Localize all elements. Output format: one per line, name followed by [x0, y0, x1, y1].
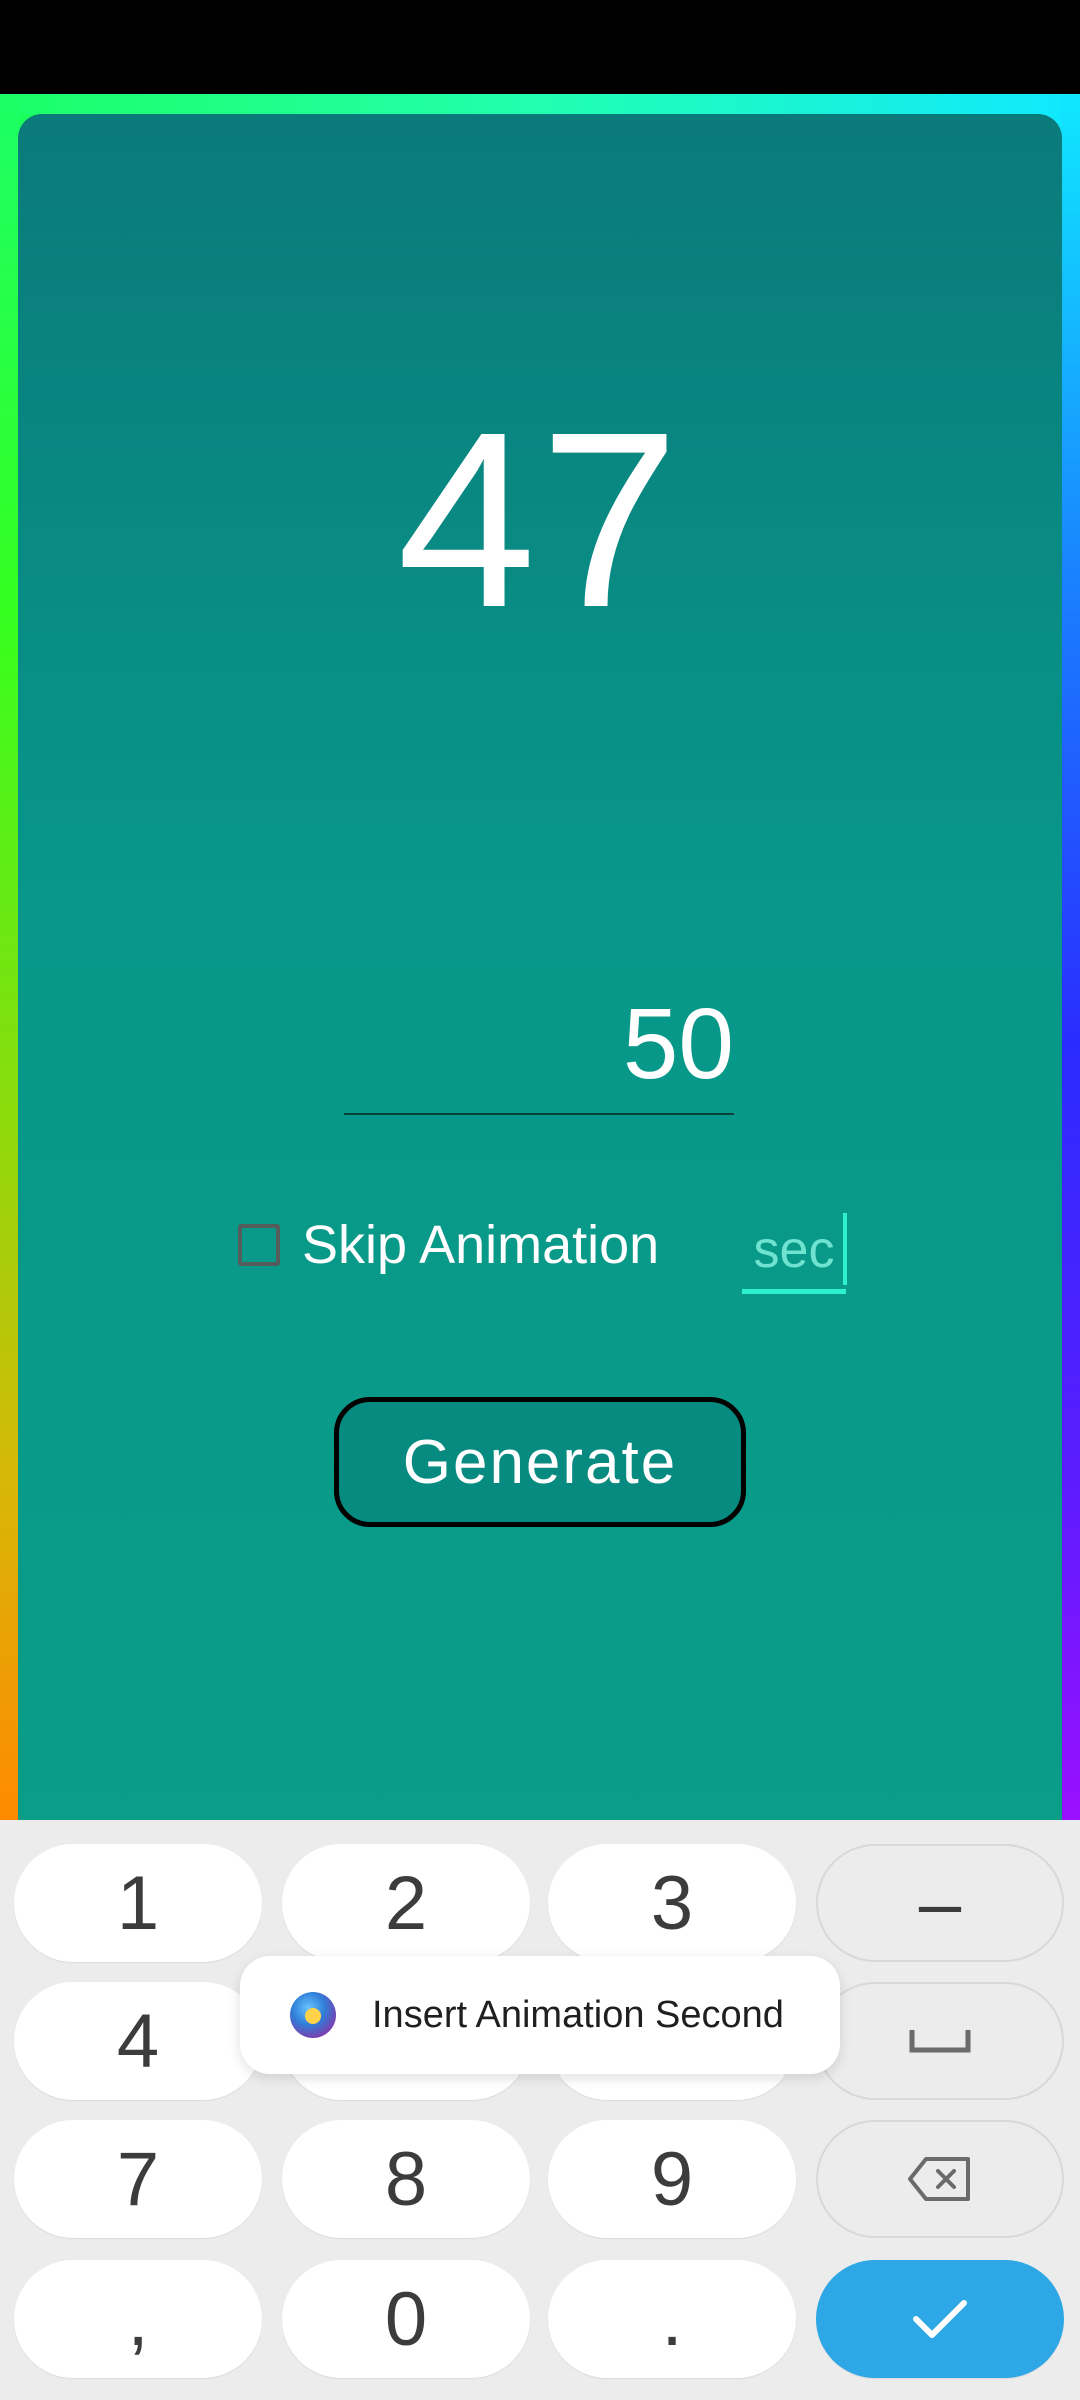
- key-3[interactable]: 3: [548, 1844, 796, 1962]
- insert-animation-second-popup[interactable]: Insert Animation Second: [240, 1956, 840, 2074]
- skip-animation-checkbox[interactable]: [238, 1224, 280, 1266]
- app-icon: [290, 1992, 336, 2038]
- key-4[interactable]: 4: [14, 1982, 262, 2100]
- rainbow-border-left: [0, 94, 20, 1820]
- rainbow-border-right: [1060, 94, 1080, 1820]
- max-number-input[interactable]: [344, 975, 734, 1115]
- generate-button[interactable]: Generate: [334, 1397, 746, 1527]
- numeric-keyboard: 1 2 3 – 4 5 6 7 8 9 , 0 .: [0, 1820, 1080, 2400]
- key-1[interactable]: 1: [14, 1844, 262, 1962]
- skip-animation-row: Skip Animation: [238, 1210, 659, 1280]
- key-comma[interactable]: ,: [14, 2260, 262, 2378]
- space-icon: [909, 2030, 971, 2053]
- key-0[interactable]: 0: [282, 2260, 530, 2378]
- key-7[interactable]: 7: [14, 2120, 262, 2238]
- key-8[interactable]: 8: [282, 2120, 530, 2238]
- key-9[interactable]: 9: [548, 2120, 796, 2238]
- check-icon: [913, 2300, 967, 2338]
- key-confirm[interactable]: [816, 2260, 1064, 2378]
- animation-seconds-input[interactable]: [742, 1210, 846, 1294]
- key-2[interactable]: 2: [282, 1844, 530, 1962]
- text-cursor: [843, 1213, 847, 1285]
- popup-label: Insert Animation Second: [372, 1993, 784, 2036]
- key-dash[interactable]: –: [816, 1844, 1064, 1962]
- key-backspace[interactable]: [816, 2120, 1064, 2238]
- skip-animation-label[interactable]: Skip Animation: [302, 1214, 659, 1276]
- key-period[interactable]: .: [548, 2260, 796, 2378]
- backspace-icon: [908, 2157, 970, 2201]
- rainbow-border-top: [0, 94, 1080, 114]
- status-bar: [0, 0, 1080, 94]
- key-space[interactable]: [816, 1982, 1064, 2100]
- random-result: 47: [396, 380, 684, 659]
